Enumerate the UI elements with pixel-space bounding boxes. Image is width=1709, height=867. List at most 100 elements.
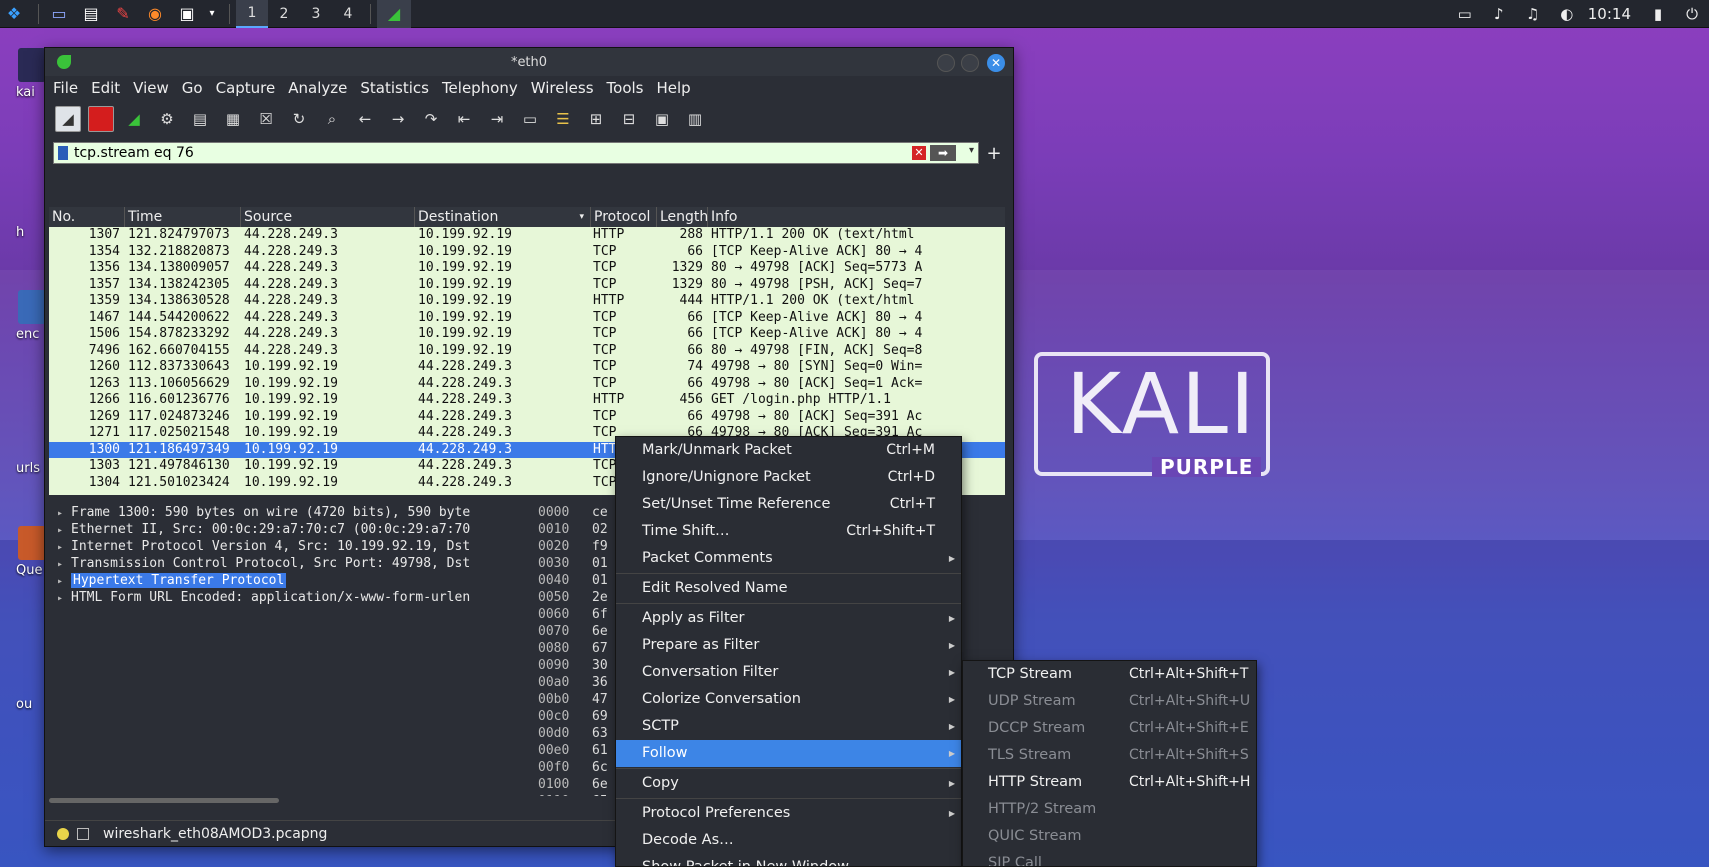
column-header-length[interactable]: Length xyxy=(657,207,708,227)
autoscroll-icon[interactable]: ▭ xyxy=(517,106,543,132)
horizontal-scrollbar[interactable] xyxy=(49,798,279,803)
follow-submenu-item[interactable]: TCP Stream Ctrl+Alt+Shift+T xyxy=(963,661,1256,688)
expand-arrow-icon[interactable]: ▸ xyxy=(57,539,71,556)
desktop-icon[interactable]: kai xyxy=(0,48,46,100)
stop-capture-icon[interactable] xyxy=(88,106,114,132)
normal-size-icon[interactable]: ▣ xyxy=(649,106,675,132)
resize-columns-icon[interactable]: ▥ xyxy=(682,106,708,132)
packet-row[interactable]: 1269 117.024873246 10.199.92.19 44.228.249.… xyxy=(49,409,1005,426)
apply-filter-icon[interactable]: ➡ xyxy=(930,145,956,161)
wireshark-task-icon[interactable]: ◢ xyxy=(377,0,411,28)
chevron-down-icon[interactable]: ▾ xyxy=(205,1,219,27)
column-header-time[interactable]: Time xyxy=(125,207,241,227)
context-menu-item[interactable]: Set/Unset Time Reference Ctrl+T xyxy=(616,491,961,518)
close-file-icon[interactable]: ☒ xyxy=(253,106,279,132)
packet-row[interactable]: 1354 132.218820873 44.228.249.3 10.199.92.1… xyxy=(49,244,1005,261)
firefox-icon[interactable]: ◉ xyxy=(141,1,169,27)
context-menu-item[interactable]: Ignore/Unignore Packet Ctrl+D xyxy=(616,464,961,491)
context-menu-item[interactable]: Packet Comments ▶ xyxy=(616,545,961,572)
clear-filter-icon[interactable]: ✕ xyxy=(912,146,926,160)
kali-menu-icon[interactable]: ❖ xyxy=(0,1,28,27)
desktop-icon[interactable]: Que xyxy=(0,526,46,578)
expand-arrow-icon[interactable]: ▸ xyxy=(57,522,71,539)
first-packet-icon[interactable]: ⇤ xyxy=(451,106,477,132)
detail-tree-row[interactable]: ▸ HTML Form URL Encoded: application/x-ww… xyxy=(49,589,525,606)
menu-edit[interactable]: Edit xyxy=(91,79,120,97)
packet-row[interactable]: 1307 121.824797073 44.228.249.3 10.199.92.1… xyxy=(49,227,1005,244)
desktop-icon[interactable]: urls xyxy=(0,424,44,476)
last-packet-icon[interactable]: ⇥ xyxy=(484,106,510,132)
expand-arrow-icon[interactable]: ▸ xyxy=(57,556,71,573)
power-icon[interactable]: ◐ xyxy=(1550,5,1584,23)
edit-comment-icon[interactable] xyxy=(77,827,89,840)
previous-packet-icon[interactable]: ← xyxy=(352,106,378,132)
open-file-icon[interactable]: ▤ xyxy=(187,106,213,132)
menu-file[interactable]: File xyxy=(53,79,78,97)
menu-wireless[interactable]: Wireless xyxy=(531,79,594,97)
reload-file-icon[interactable]: ↻ xyxy=(286,106,312,132)
maximize-button[interactable] xyxy=(961,54,979,72)
context-menu-item[interactable]: Follow ▶ xyxy=(616,740,961,767)
context-menu-item[interactable]: Protocol Preferences ▶ xyxy=(616,800,961,827)
follow-submenu-item[interactable]: HTTP Stream Ctrl+Alt+Shift+H xyxy=(963,769,1256,796)
file-manager-icon[interactable]: ▤ xyxy=(77,1,105,27)
go-to-packet-icon[interactable]: ↷ xyxy=(418,106,444,132)
column-header-info[interactable]: Info xyxy=(708,207,1005,227)
packet-row[interactable]: 7496 162.660704155 44.228.249.3 10.199.92.1… xyxy=(49,343,1005,360)
context-menu-item[interactable]: Mark/Unmark Packet Ctrl+M xyxy=(616,437,961,464)
packet-row[interactable]: 1506 154.878233292 44.228.249.3 10.199.92.1… xyxy=(49,326,1005,343)
column-header-protocol[interactable]: Protocol xyxy=(591,207,657,227)
menu-tools[interactable]: Tools xyxy=(607,79,644,97)
column-header-source[interactable]: Source xyxy=(241,207,415,227)
expand-arrow-icon[interactable]: ▸ xyxy=(57,590,71,607)
capture-status-icon[interactable] xyxy=(57,827,69,840)
start-capture-icon[interactable]: ◢ xyxy=(55,106,81,132)
zoom-in-icon[interactable]: ⊞ xyxy=(583,106,609,132)
chevron-down-icon[interactable]: ▾ xyxy=(969,145,974,156)
desktop-icon[interactable]: ou xyxy=(0,660,44,712)
context-menu-item[interactable]: Colorize Conversation ▶ xyxy=(616,686,961,713)
volume-icon[interactable]: ♪ xyxy=(1482,5,1516,23)
zoom-out-icon[interactable]: ⊟ xyxy=(616,106,642,132)
packet-row[interactable]: 1467 144.544200622 44.228.249.3 10.199.92.1… xyxy=(49,310,1005,327)
power-off-icon[interactable]: ⏻ xyxy=(1675,5,1709,23)
bookmark-icon[interactable] xyxy=(58,146,68,160)
detail-tree-row[interactable]: ▸ Transmission Control Protocol, Src Port… xyxy=(49,555,525,572)
desktop-icon[interactable]: h xyxy=(0,188,44,240)
menu-telephony[interactable]: Telephony xyxy=(442,79,518,97)
workspace-3[interactable]: 3 xyxy=(300,0,332,28)
find-packet-icon[interactable]: ⌕ xyxy=(319,106,345,132)
lock-icon[interactable]: ▮ xyxy=(1641,5,1675,23)
show-desktop-icon[interactable]: ▭ xyxy=(45,1,73,27)
capture-options-icon[interactable]: ⚙ xyxy=(154,106,180,132)
context-menu-item[interactable]: Conversation Filter ▶ xyxy=(616,659,961,686)
save-file-icon[interactable]: ▦ xyxy=(220,106,246,132)
detail-tree-row[interactable]: ▸ Frame 1300: 590 bytes on wire (4720 bit… xyxy=(49,504,525,521)
context-menu-item[interactable]: Decode As… xyxy=(616,827,961,854)
terminal-icon[interactable]: ▣ xyxy=(173,1,201,27)
context-menu-item[interactable]: Apply as Filter ▶ xyxy=(616,605,961,632)
clock[interactable]: 10:14 xyxy=(1588,5,1631,23)
colorize-icon[interactable]: ☰ xyxy=(550,106,576,132)
packet-row[interactable]: 1263 113.106056629 10.199.92.19 44.228.249.… xyxy=(49,376,1005,393)
menu-statistics[interactable]: Statistics xyxy=(360,79,429,97)
packet-row[interactable]: 1266 116.601236776 10.199.92.19 44.228.249.… xyxy=(49,392,1005,409)
text-editor-icon[interactable]: ✎ xyxy=(109,1,137,27)
context-menu-item[interactable]: Prepare as Filter ▶ xyxy=(616,632,961,659)
column-header-destination[interactable]: Destination ▾ xyxy=(415,207,591,227)
packet-row[interactable]: 1356 134.138009057 44.228.249.3 10.199.92.1… xyxy=(49,260,1005,277)
workspace-4[interactable]: 4 xyxy=(332,0,364,28)
context-menu-item[interactable]: Copy ▶ xyxy=(616,770,961,797)
expand-arrow-icon[interactable]: ▸ xyxy=(57,573,71,590)
context-menu-item[interactable]: Edit Resolved Name xyxy=(616,575,961,602)
next-packet-icon[interactable]: → xyxy=(385,106,411,132)
menu-help[interactable]: Help xyxy=(656,79,690,97)
packet-row[interactable]: 1357 134.138242305 44.228.249.3 10.199.92.1… xyxy=(49,277,1005,294)
close-button[interactable]: ✕ xyxy=(987,54,1005,72)
display-icon[interactable]: ▭ xyxy=(1448,5,1482,23)
detail-tree-row[interactable]: ▸ Hypertext Transfer Protocol xyxy=(49,572,525,589)
menu-capture[interactable]: Capture xyxy=(216,79,276,97)
notification-bell-icon[interactable]: ♫ xyxy=(1516,5,1550,23)
menu-view[interactable]: View xyxy=(133,79,169,97)
add-filter-button-icon[interactable]: + xyxy=(983,143,1005,164)
